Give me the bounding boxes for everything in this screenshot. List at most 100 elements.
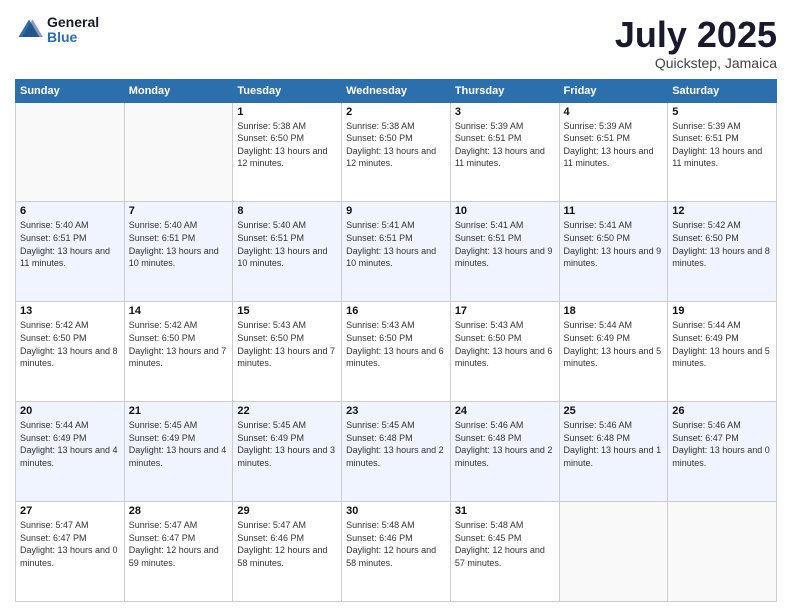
day-number: 11 xyxy=(564,205,664,217)
header-thursday: Thursday xyxy=(450,79,559,102)
header-sunday: Sunday xyxy=(16,79,125,102)
day-number: 20 xyxy=(20,405,120,417)
day-number: 2 xyxy=(346,106,446,118)
calendar-cell-1-0: 6 Sunrise: 5:40 AMSunset: 6:51 PMDayligh… xyxy=(16,202,125,302)
calendar-cell-2-1: 14 Sunrise: 5:42 AMSunset: 6:50 PMDaylig… xyxy=(124,302,233,402)
day-number: 31 xyxy=(455,505,555,517)
logo: General Blue xyxy=(15,15,99,46)
day-info: Sunrise: 5:42 AMSunset: 6:50 PMDaylight:… xyxy=(672,220,770,268)
calendar-cell-4-1: 28 Sunrise: 5:47 AMSunset: 6:47 PMDaylig… xyxy=(124,502,233,602)
calendar-cell-1-1: 7 Sunrise: 5:40 AMSunset: 6:51 PMDayligh… xyxy=(124,202,233,302)
day-info: Sunrise: 5:39 AMSunset: 6:51 PMDaylight:… xyxy=(564,121,654,169)
calendar-cell-0-0 xyxy=(16,102,125,202)
day-info: Sunrise: 5:45 AMSunset: 6:49 PMDaylight:… xyxy=(129,420,227,468)
calendar-cell-3-3: 23 Sunrise: 5:45 AMSunset: 6:48 PMDaylig… xyxy=(342,402,451,502)
calendar-row-4: 27 Sunrise: 5:47 AMSunset: 6:47 PMDaylig… xyxy=(16,502,777,602)
calendar-cell-3-5: 25 Sunrise: 5:46 AMSunset: 6:48 PMDaylig… xyxy=(559,402,668,502)
day-info: Sunrise: 5:41 AMSunset: 6:50 PMDaylight:… xyxy=(564,220,662,268)
day-number: 18 xyxy=(564,305,664,317)
calendar-cell-1-3: 9 Sunrise: 5:41 AMSunset: 6:51 PMDayligh… xyxy=(342,202,451,302)
day-number: 21 xyxy=(129,405,229,417)
calendar-cell-2-5: 18 Sunrise: 5:44 AMSunset: 6:49 PMDaylig… xyxy=(559,302,668,402)
day-info: Sunrise: 5:45 AMSunset: 6:48 PMDaylight:… xyxy=(346,420,444,468)
header-monday: Monday xyxy=(124,79,233,102)
day-number: 4 xyxy=(564,106,664,118)
header: General Blue July 2025 Quickstep, Jamaic… xyxy=(15,15,777,71)
header-friday: Friday xyxy=(559,79,668,102)
day-info: Sunrise: 5:39 AMSunset: 6:51 PMDaylight:… xyxy=(672,121,762,169)
calendar-cell-0-3: 2 Sunrise: 5:38 AMSunset: 6:50 PMDayligh… xyxy=(342,102,451,202)
calendar-cell-4-2: 29 Sunrise: 5:47 AMSunset: 6:46 PMDaylig… xyxy=(233,502,342,602)
day-number: 24 xyxy=(455,405,555,417)
calendar-table: Sunday Monday Tuesday Wednesday Thursday… xyxy=(15,79,777,602)
day-number: 16 xyxy=(346,305,446,317)
month-title: July 2025 xyxy=(615,15,777,55)
day-number: 3 xyxy=(455,106,555,118)
calendar-cell-3-4: 24 Sunrise: 5:46 AMSunset: 6:48 PMDaylig… xyxy=(450,402,559,502)
day-number: 30 xyxy=(346,505,446,517)
day-info: Sunrise: 5:39 AMSunset: 6:51 PMDaylight:… xyxy=(455,121,545,169)
calendar-row-1: 6 Sunrise: 5:40 AMSunset: 6:51 PMDayligh… xyxy=(16,202,777,302)
day-info: Sunrise: 5:46 AMSunset: 6:48 PMDaylight:… xyxy=(455,420,553,468)
day-number: 9 xyxy=(346,205,446,217)
day-number: 6 xyxy=(20,205,120,217)
calendar-cell-1-2: 8 Sunrise: 5:40 AMSunset: 6:51 PMDayligh… xyxy=(233,202,342,302)
day-info: Sunrise: 5:40 AMSunset: 6:51 PMDaylight:… xyxy=(237,220,327,268)
day-number: 1 xyxy=(237,106,337,118)
calendar-cell-4-3: 30 Sunrise: 5:48 AMSunset: 6:46 PMDaylig… xyxy=(342,502,451,602)
calendar-cell-3-1: 21 Sunrise: 5:45 AMSunset: 6:49 PMDaylig… xyxy=(124,402,233,502)
day-number: 13 xyxy=(20,305,120,317)
calendar-cell-0-5: 4 Sunrise: 5:39 AMSunset: 6:51 PMDayligh… xyxy=(559,102,668,202)
day-info: Sunrise: 5:47 AMSunset: 6:47 PMDaylight:… xyxy=(20,520,118,568)
location-title: Quickstep, Jamaica xyxy=(615,55,777,71)
day-number: 29 xyxy=(237,505,337,517)
day-info: Sunrise: 5:46 AMSunset: 6:47 PMDaylight:… xyxy=(672,420,770,468)
day-number: 12 xyxy=(672,205,772,217)
calendar-row-2: 13 Sunrise: 5:42 AMSunset: 6:50 PMDaylig… xyxy=(16,302,777,402)
calendar-cell-4-6 xyxy=(668,502,777,602)
day-info: Sunrise: 5:38 AMSunset: 6:50 PMDaylight:… xyxy=(346,121,436,169)
day-info: Sunrise: 5:44 AMSunset: 6:49 PMDaylight:… xyxy=(564,320,662,368)
day-number: 28 xyxy=(129,505,229,517)
day-info: Sunrise: 5:47 AMSunset: 6:47 PMDaylight:… xyxy=(129,520,219,568)
day-info: Sunrise: 5:41 AMSunset: 6:51 PMDaylight:… xyxy=(455,220,553,268)
calendar-cell-4-5 xyxy=(559,502,668,602)
day-number: 17 xyxy=(455,305,555,317)
day-number: 15 xyxy=(237,305,337,317)
day-info: Sunrise: 5:42 AMSunset: 6:50 PMDaylight:… xyxy=(20,320,118,368)
day-info: Sunrise: 5:48 AMSunset: 6:46 PMDaylight:… xyxy=(346,520,436,568)
calendar-cell-2-3: 16 Sunrise: 5:43 AMSunset: 6:50 PMDaylig… xyxy=(342,302,451,402)
calendar-row-3: 20 Sunrise: 5:44 AMSunset: 6:49 PMDaylig… xyxy=(16,402,777,502)
day-number: 5 xyxy=(672,106,772,118)
calendar-cell-2-0: 13 Sunrise: 5:42 AMSunset: 6:50 PMDaylig… xyxy=(16,302,125,402)
logo-text-blue: Blue xyxy=(47,29,77,45)
header-wednesday: Wednesday xyxy=(342,79,451,102)
logo-text-general: General xyxy=(47,14,99,30)
header-tuesday: Tuesday xyxy=(233,79,342,102)
title-block: July 2025 Quickstep, Jamaica xyxy=(615,15,777,71)
calendar-cell-3-6: 26 Sunrise: 5:46 AMSunset: 6:47 PMDaylig… xyxy=(668,402,777,502)
day-info: Sunrise: 5:38 AMSunset: 6:50 PMDaylight:… xyxy=(237,121,327,169)
day-info: Sunrise: 5:46 AMSunset: 6:48 PMDaylight:… xyxy=(564,420,662,468)
day-number: 14 xyxy=(129,305,229,317)
day-info: Sunrise: 5:43 AMSunset: 6:50 PMDaylight:… xyxy=(237,320,335,368)
day-info: Sunrise: 5:45 AMSunset: 6:49 PMDaylight:… xyxy=(237,420,335,468)
page: General Blue July 2025 Quickstep, Jamaic… xyxy=(0,0,792,612)
day-info: Sunrise: 5:48 AMSunset: 6:45 PMDaylight:… xyxy=(455,520,545,568)
calendar-cell-0-4: 3 Sunrise: 5:39 AMSunset: 6:51 PMDayligh… xyxy=(450,102,559,202)
day-info: Sunrise: 5:44 AMSunset: 6:49 PMDaylight:… xyxy=(20,420,118,468)
day-number: 10 xyxy=(455,205,555,217)
calendar-cell-1-4: 10 Sunrise: 5:41 AMSunset: 6:51 PMDaylig… xyxy=(450,202,559,302)
logo-icon xyxy=(15,16,43,44)
calendar-cell-2-4: 17 Sunrise: 5:43 AMSunset: 6:50 PMDaylig… xyxy=(450,302,559,402)
day-info: Sunrise: 5:42 AMSunset: 6:50 PMDaylight:… xyxy=(129,320,227,368)
day-number: 7 xyxy=(129,205,229,217)
calendar-cell-0-6: 5 Sunrise: 5:39 AMSunset: 6:51 PMDayligh… xyxy=(668,102,777,202)
day-info: Sunrise: 5:47 AMSunset: 6:46 PMDaylight:… xyxy=(237,520,327,568)
day-info: Sunrise: 5:44 AMSunset: 6:49 PMDaylight:… xyxy=(672,320,770,368)
calendar-cell-4-0: 27 Sunrise: 5:47 AMSunset: 6:47 PMDaylig… xyxy=(16,502,125,602)
calendar-cell-4-4: 31 Sunrise: 5:48 AMSunset: 6:45 PMDaylig… xyxy=(450,502,559,602)
day-number: 26 xyxy=(672,405,772,417)
day-info: Sunrise: 5:43 AMSunset: 6:50 PMDaylight:… xyxy=(455,320,553,368)
header-saturday: Saturday xyxy=(668,79,777,102)
